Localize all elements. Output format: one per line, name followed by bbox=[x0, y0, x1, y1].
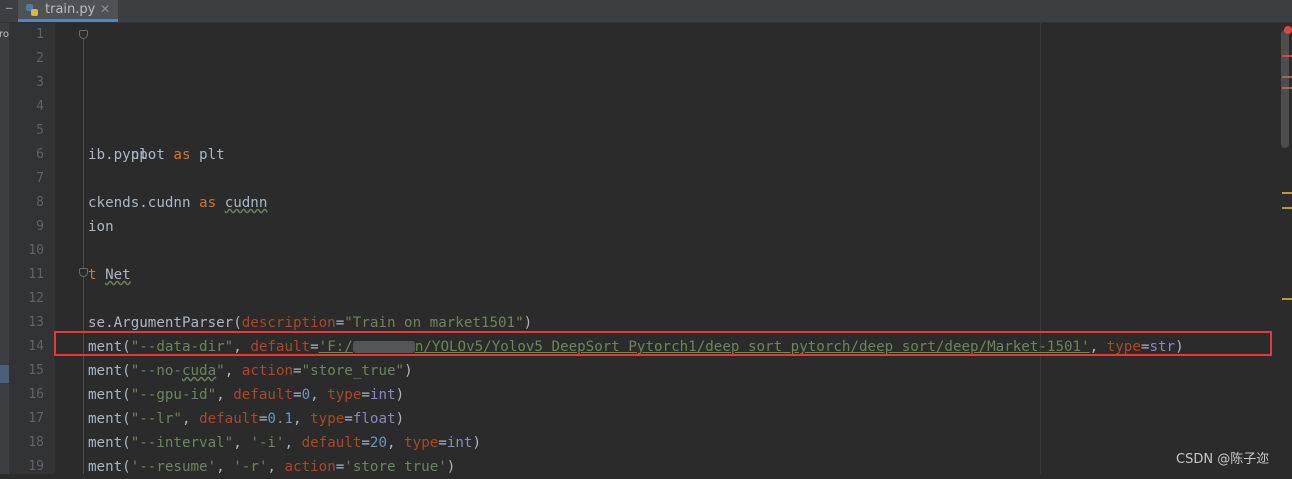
line-number: 17 bbox=[28, 411, 44, 426]
error-indicator-icon[interactable] bbox=[1284, 26, 1292, 34]
watermark-text: CSDN @陈子迩 bbox=[1176, 452, 1270, 467]
code-line: t Net bbox=[88, 267, 131, 283]
line-number: 18 bbox=[28, 435, 44, 450]
line-number: 15 bbox=[28, 363, 44, 378]
line-number-gutter: 1 2 3 4 5 6 7 8 9 10 11 12 13 14 15 16 1… bbox=[9, 23, 55, 474]
line-number: 19 bbox=[28, 459, 44, 474]
line-number: 11 bbox=[28, 267, 44, 282]
code-line: ment("--no-cuda", action="store_true") bbox=[88, 363, 413, 379]
project-tool-strip: ro bbox=[0, 23, 9, 474]
line-number: 13 bbox=[28, 315, 44, 330]
code-line: ment("--lr", default=0.1, type=float) bbox=[88, 411, 405, 427]
code-editor[interactable]: np ib.pyplot as plt ckends.cudnn as cudn… bbox=[88, 23, 1278, 474]
weak-warning-stripe[interactable] bbox=[1282, 207, 1292, 209]
code-line: ckends.cudnn as cudnn bbox=[88, 195, 268, 211]
line-number: 1 bbox=[36, 27, 44, 42]
python-file-icon bbox=[26, 4, 38, 16]
project-strip-label[interactable]: ro bbox=[0, 29, 9, 40]
code-line: ib.pyplot as plt bbox=[88, 147, 225, 163]
weak-warning-stripe[interactable] bbox=[1282, 298, 1292, 300]
fold-icon[interactable] bbox=[79, 30, 88, 39]
line-number: 2 bbox=[36, 51, 44, 66]
scrollbar-thumb[interactable] bbox=[1281, 30, 1289, 148]
weak-warning-stripe[interactable] bbox=[1282, 192, 1292, 194]
code-line: ment("--interval", '-i', default=20, typ… bbox=[88, 435, 481, 451]
highlight-annotation-box bbox=[54, 331, 1272, 356]
code-line: ion bbox=[88, 219, 114, 235]
structure-marker[interactable] bbox=[0, 365, 9, 383]
fold-guide bbox=[83, 34, 84, 474]
line-number: 5 bbox=[36, 123, 44, 138]
code-line: ment("--gpu-id", default=0, type=int) bbox=[88, 387, 405, 403]
line-number: 4 bbox=[36, 99, 44, 114]
line-number: 9 bbox=[36, 219, 44, 234]
line-number: 6 bbox=[36, 147, 44, 162]
line-number: 12 bbox=[28, 291, 44, 306]
tab-filename: train.py bbox=[45, 2, 96, 17]
line-number: 8 bbox=[36, 195, 44, 210]
close-icon[interactable]: ✕ bbox=[100, 2, 110, 16]
line-number: 16 bbox=[28, 387, 44, 402]
tab-scroll-left[interactable]: – bbox=[0, 0, 18, 22]
tab-train-py[interactable]: train.py ✕ bbox=[18, 0, 118, 22]
code-line: ment('--resume', '-r', action='store_tru… bbox=[88, 459, 456, 474]
code-line: np bbox=[122, 147, 148, 163]
warning-stripe[interactable] bbox=[1282, 76, 1292, 78]
line-number: 14 bbox=[28, 339, 44, 354]
editor-tab-bar: – train.py ✕ bbox=[0, 0, 1292, 23]
warning-stripe[interactable] bbox=[1282, 87, 1292, 89]
line-number: 10 bbox=[28, 243, 44, 258]
line-number: 7 bbox=[36, 171, 44, 186]
error-stripe[interactable] bbox=[1282, 55, 1292, 57]
line-number: 3 bbox=[36, 75, 44, 90]
fold-icon[interactable] bbox=[79, 268, 88, 277]
